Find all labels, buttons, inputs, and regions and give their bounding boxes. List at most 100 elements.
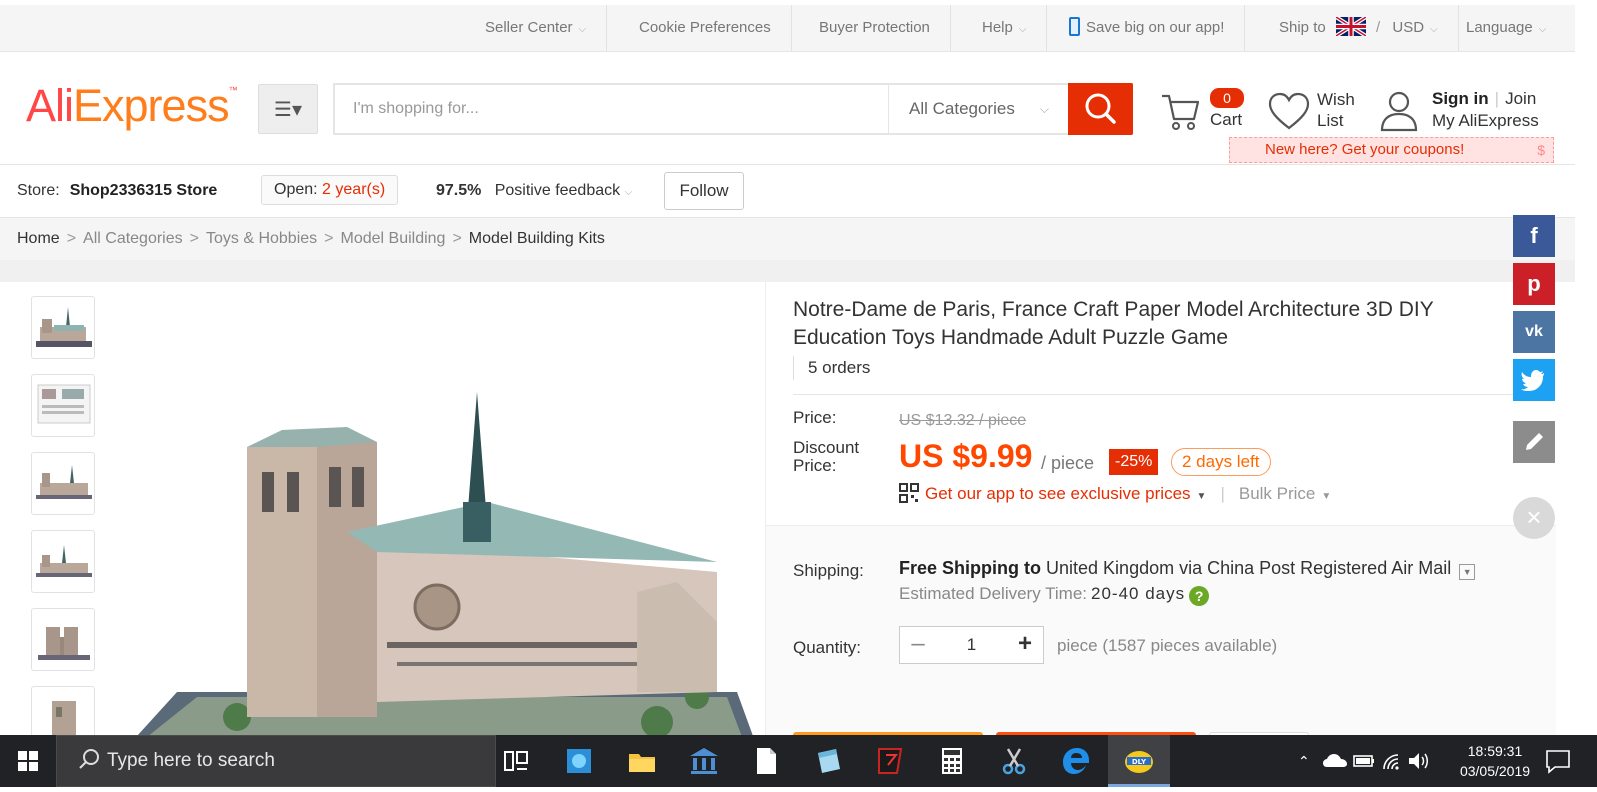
ship-to-label: Ship to	[1279, 19, 1326, 36]
top-utility-bar: Seller Center ⌵ Cookie Preferences Buyer …	[0, 0, 1575, 52]
search-category-select[interactable]: All Categories ⌵	[888, 85, 1069, 133]
product-thumbnail[interactable]	[31, 608, 95, 671]
windows-logo-icon	[18, 751, 38, 771]
chevron-down-icon: ⌵	[578, 24, 587, 35]
help-icon[interactable]: ?	[1189, 586, 1210, 606]
windows-taskbar: Type here to search DLY ⌃ 18:59:31 03/05/…	[0, 735, 1597, 787]
close-icon[interactable]: ×	[1513, 497, 1555, 539]
quantity-input[interactable]: 1	[936, 627, 1007, 663]
buyer-protection-link[interactable]: Buyer Protection	[799, 5, 951, 51]
my-aliexpress-link[interactable]: My AliExpress	[1432, 110, 1539, 132]
chevron-down-icon: ⌵	[1039, 102, 1049, 116]
heart-icon[interactable]	[1268, 92, 1310, 132]
uk-flag-icon	[1335, 17, 1366, 36]
edge-browser-icon[interactable]	[1060, 745, 1092, 777]
cookie-preferences-label: Cookie Preferences	[639, 19, 771, 36]
cart-count-badge: 0	[1210, 88, 1244, 108]
user-icon[interactable]	[1380, 90, 1418, 132]
price-label: Price:	[793, 408, 837, 427]
twitter-icon[interactable]	[1513, 359, 1555, 401]
cart-icon[interactable]	[1160, 90, 1200, 132]
vk-icon[interactable]: vk	[1513, 311, 1555, 353]
orders-count: 5 orders	[793, 356, 870, 380]
app-promo-link[interactable]: Save big on our app!	[1049, 5, 1246, 51]
clock-time: 18:59:31	[1467, 743, 1523, 759]
notifications-icon[interactable]	[1543, 747, 1573, 775]
volume-icon[interactable]	[1406, 749, 1430, 773]
wifi-icon[interactable]	[1380, 749, 1402, 773]
product-thumbnail[interactable]	[31, 374, 95, 437]
task-view-icon[interactable]	[500, 745, 532, 777]
breadcrumb-home[interactable]: Home	[17, 230, 60, 247]
product-info-panel: Notre-Dame de Paris, France Craft Paper …	[766, 282, 1556, 735]
product-thumbnail[interactable]	[31, 686, 95, 735]
app-price-link[interactable]: Get our app to see exclusive prices	[925, 484, 1191, 503]
help-link[interactable]: Help ⌵	[962, 5, 1048, 51]
cookie-preferences-link[interactable]: Cookie Preferences	[619, 5, 792, 51]
breadcrumb-model-building[interactable]: Model Building	[341, 230, 446, 247]
product-main-image[interactable]	[117, 392, 777, 735]
dropdown-arrow-icon[interactable]: ▼	[1459, 564, 1476, 580]
battery-icon[interactable]	[1352, 751, 1376, 771]
bank-app-icon[interactable]	[688, 745, 720, 777]
desktop-app-icon[interactable]	[563, 745, 595, 777]
discount-price: US $9.99	[899, 438, 1033, 474]
account-area: Sign in | Join My AliExpress	[1432, 88, 1539, 132]
wish-line-1: Wish	[1317, 90, 1355, 109]
facebook-icon[interactable]: f	[1513, 215, 1555, 257]
quantity-decrease-button[interactable]: –	[900, 627, 936, 663]
search-icon	[1085, 93, 1116, 124]
snipping-tool-icon[interactable]	[998, 745, 1030, 777]
search-bar: All Categories ⌵	[333, 83, 1133, 135]
store-name-link[interactable]: Shop2336315 Store	[70, 182, 218, 199]
positive-feedback[interactable]: 97.5% Positive feedback ⌵	[436, 165, 632, 219]
store-open-badge: Open: 2 year(s)	[261, 175, 399, 205]
breadcrumb-separator: >	[324, 230, 334, 247]
language-selector[interactable]: Language ⌵	[1446, 5, 1566, 51]
product-thumbnail[interactable]	[31, 296, 95, 359]
search-button[interactable]	[1068, 83, 1133, 135]
wish-list-link[interactable]: Wish List	[1317, 89, 1355, 131]
notepad-icon[interactable]	[812, 745, 844, 777]
ship-to-selector[interactable]: Ship to / USD ⌵	[1259, 5, 1459, 51]
days-left-badge: 2 days left	[1171, 448, 1271, 476]
file-explorer-icon[interactable]	[626, 745, 658, 777]
start-button[interactable]	[0, 735, 56, 787]
onedrive-icon[interactable]	[1322, 749, 1348, 773]
edit-icon[interactable]	[1513, 421, 1555, 463]
coupon-text: New here? Get your coupons!	[1265, 141, 1465, 158]
search-icon	[79, 749, 99, 769]
product-thumbnail[interactable]	[31, 452, 95, 515]
product-thumbnail[interactable]	[31, 530, 95, 593]
bulk-price-link[interactable]: Bulk Price	[1239, 484, 1316, 503]
calculator-icon[interactable]	[936, 745, 968, 777]
shipping-method[interactable]: Free Shipping to United Kingdom via Chin…	[899, 558, 1476, 580]
breadcrumb-all-categories[interactable]: All Categories	[83, 230, 183, 247]
seller-center-link[interactable]: Seller Center ⌵	[465, 5, 608, 51]
follow-button[interactable]: Follow	[664, 172, 744, 210]
aliexpress-logo[interactable]: AliExpress™	[26, 80, 238, 132]
search-input[interactable]	[335, 85, 888, 133]
show-hidden-icons[interactable]: ⌃	[1298, 735, 1310, 787]
editor-app-icon[interactable]	[874, 745, 906, 777]
feedback-percent: 97.5%	[436, 182, 482, 199]
breadcrumb-toys-hobbies[interactable]: Toys & Hobbies	[206, 230, 317, 247]
open-years: 2 year(s)	[322, 181, 386, 198]
product-title: Notre-Dame de Paris, France Craft Paper …	[793, 298, 1434, 349]
coupon-banner[interactable]: New here? Get your coupons! $	[1229, 137, 1554, 163]
active-app-button[interactable]: DLY	[1108, 735, 1170, 787]
sign-in-link[interactable]: Sign in	[1432, 89, 1489, 108]
cart-link[interactable]: Cart	[1210, 110, 1242, 130]
help-label: Help	[982, 19, 1013, 36]
pinterest-icon[interactable]: p	[1513, 263, 1555, 305]
taskbar-clock[interactable]: 18:59:31 03/05/2019	[1450, 741, 1540, 781]
taskbar-search-box[interactable]: Type here to search	[56, 735, 496, 787]
breadcrumb-separator: >	[452, 230, 462, 247]
store-label: Store:	[17, 182, 60, 199]
category-menu-button[interactable]: ☰▾	[258, 84, 318, 134]
caret-down-icon: ▼	[1196, 491, 1207, 502]
join-link[interactable]: Join	[1505, 89, 1536, 108]
document-icon[interactable]	[750, 745, 782, 777]
discount-label-line-2: Price:	[793, 456, 837, 475]
quantity-increase-button[interactable]: +	[1007, 627, 1043, 663]
